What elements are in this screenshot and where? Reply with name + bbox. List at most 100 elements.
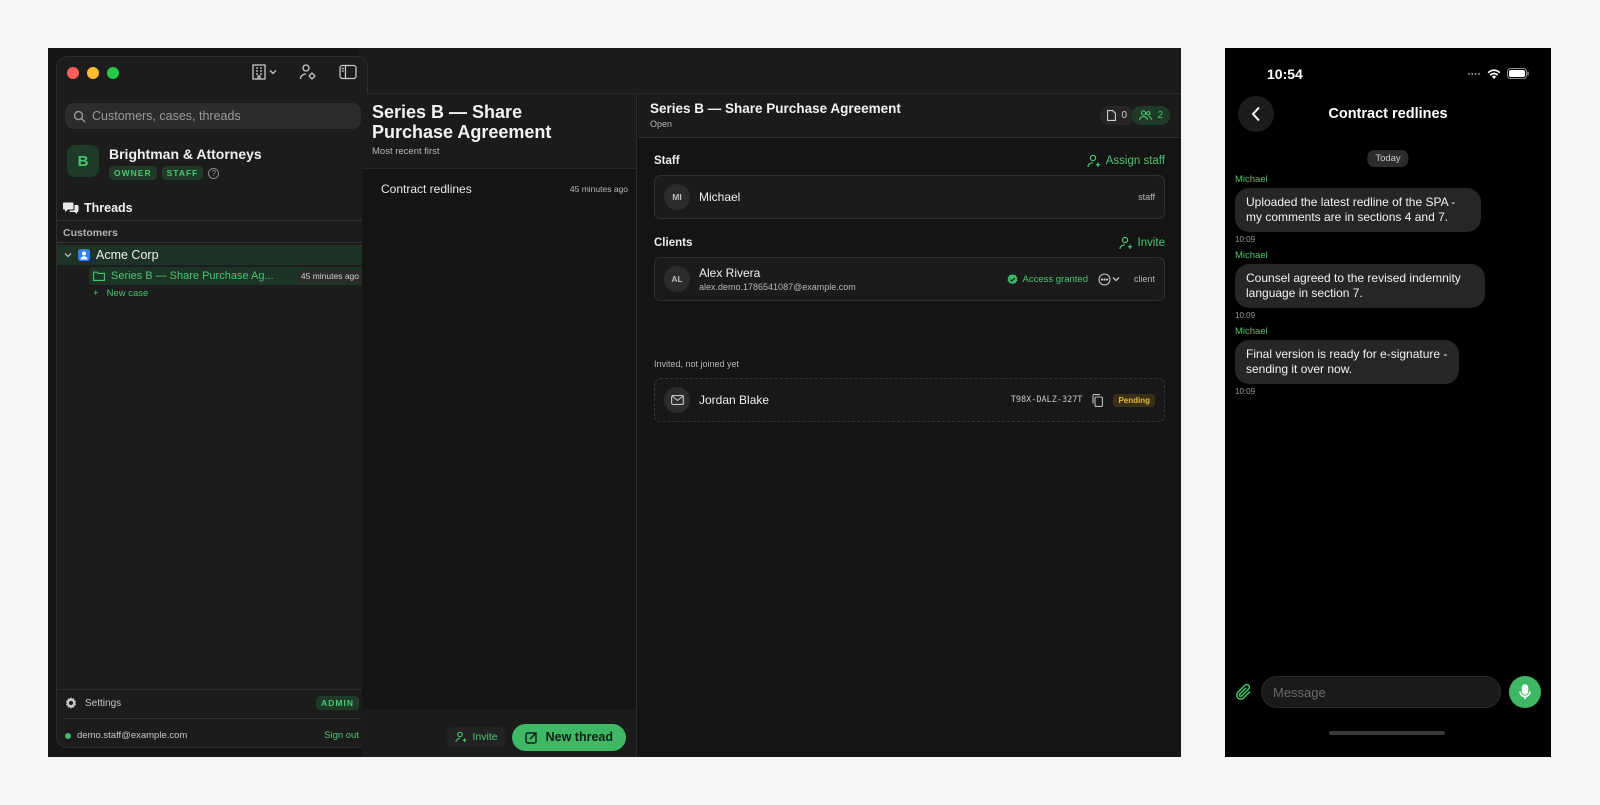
sidebar: Customers, cases, threads B Brightman & …	[56, 56, 368, 748]
documents-count-button[interactable]: 0	[1100, 106, 1134, 125]
paperclip-icon[interactable]	[1235, 683, 1253, 701]
invite-button[interactable]: Invite	[446, 727, 506, 747]
help-icon[interactable]: ?	[208, 167, 220, 179]
avatar: AL	[664, 266, 690, 292]
case-title: Series B — Share Purchase Ag...	[111, 270, 274, 282]
mail-icon	[664, 387, 690, 413]
sidebar-divider	[57, 220, 367, 221]
more-icon	[1098, 272, 1111, 286]
search-input[interactable]: Customers, cases, threads	[65, 103, 361, 129]
invitee-name: Jordan Blake	[699, 393, 770, 407]
sign-out-link[interactable]: Sign out	[324, 730, 359, 741]
plus-icon: +	[93, 288, 99, 299]
close-window-button[interactable]	[67, 67, 79, 79]
pending-invite-card[interactable]: Jordan Blake T98X-DALZ-327T Pending	[654, 378, 1165, 422]
message-bubble[interactable]: Final version is ready for e-signature -…	[1235, 340, 1459, 384]
home-indicator	[1329, 731, 1445, 735]
thread-list-footer: Invite New thread	[362, 717, 636, 757]
new-thread-button[interactable]: New thread	[511, 723, 626, 751]
detail-title: Series B — Share Purchase Agreement	[650, 101, 901, 116]
wifi-icon	[1487, 69, 1501, 79]
client-actions-menu[interactable]	[1098, 272, 1120, 286]
customers-heading: Customers	[63, 227, 118, 239]
client-name: Alex Rivera	[699, 266, 761, 280]
chevron-down-icon[interactable]	[64, 251, 72, 259]
case-heading: Series B — Share Purchase Agreement	[372, 102, 552, 142]
zoom-window-button[interactable]	[107, 67, 119, 79]
client-email: alex.demo.1786541087@example.com	[699, 282, 856, 292]
organization-header[interactable]: B Brightman & Attorneys OWNER STAFF ?	[67, 145, 262, 180]
chat-title: Contract redlines	[1328, 106, 1448, 122]
status-bar-icons	[1467, 68, 1529, 79]
chevron-down-icon	[269, 70, 277, 75]
thread-list-panel: Series B — Share Purchase Agreement Most…	[362, 94, 637, 757]
staff-name: Michael	[699, 190, 741, 204]
message-bubble[interactable]: Uploaded the latest redline of the SPA -…	[1235, 188, 1481, 232]
assign-staff-button[interactable]: Assign staff	[1087, 154, 1165, 168]
avatar: MI	[664, 184, 690, 210]
threads-nav[interactable]: Threads	[63, 201, 133, 215]
org-avatar: B	[67, 145, 99, 177]
copy-icon[interactable]	[1092, 393, 1104, 407]
threads-icon	[63, 202, 79, 214]
chat-message: Michael Final version is ready for e-sig…	[1235, 326, 1459, 396]
thread-title: Contract redlines	[381, 182, 472, 196]
participants-count-button[interactable]: 2	[1132, 106, 1170, 125]
search-placeholder: Customers, cases, threads	[92, 109, 241, 123]
voice-message-button[interactable]	[1509, 676, 1541, 708]
detail-header: Series B — Share Purchase Agreement Open…	[638, 94, 1181, 138]
settings-label: Settings	[85, 697, 122, 709]
case-detail-panel: Series B — Share Purchase Agreement Open…	[638, 94, 1181, 757]
settings-link[interactable]: Settings ADMIN	[65, 696, 359, 710]
message-input[interactable]: Message	[1261, 676, 1501, 708]
access-status: Access granted	[1007, 273, 1088, 285]
participants-count: 2	[1157, 110, 1163, 121]
message-sender: Michael	[1235, 250, 1268, 261]
people-icon	[1139, 110, 1153, 121]
message-sender: Michael	[1235, 326, 1268, 337]
staff-heading: Staff	[654, 155, 680, 167]
person-add-icon	[1087, 154, 1100, 168]
new-case-label: New case	[106, 288, 149, 299]
battery-icon	[1507, 68, 1529, 79]
access-label: Access granted	[1022, 273, 1088, 285]
person-add-icon	[454, 731, 466, 743]
message-composer: Message	[1235, 676, 1541, 708]
clients-heading: Clients	[654, 237, 693, 249]
thread-time: 45 minutes ago	[569, 184, 628, 194]
thread-list: Contract redlines 45 minutes ago	[362, 168, 636, 709]
message-sender: Michael	[1235, 174, 1268, 185]
chevron-down-icon	[1112, 277, 1120, 282]
person-gear-icon[interactable]	[299, 63, 317, 81]
case-item[interactable]: Series B — Share Purchase Ag... 45 minut…	[89, 267, 367, 285]
sidebar-toggle-icon[interactable]	[339, 64, 357, 80]
organization-switcher[interactable]	[251, 63, 277, 81]
day-divider: Today	[1367, 150, 1409, 167]
account-row: demo.staff@example.com Sign out	[65, 730, 359, 741]
message-time: 10:09	[1235, 235, 1256, 244]
case-time: 45 minutes ago	[296, 270, 363, 282]
search-icon	[73, 110, 86, 122]
new-case-button[interactable]: + New case	[93, 288, 148, 299]
customer-name: Acme Corp	[96, 248, 159, 262]
customer-item[interactable]: Acme Corp	[57, 245, 367, 265]
documents-count: 0	[1121, 110, 1127, 121]
account-email: demo.staff@example.com	[77, 730, 188, 741]
staff-member-card[interactable]: MI Michael staff	[654, 175, 1165, 219]
invite-code: T98X-DALZ-327T	[1010, 395, 1083, 405]
thread-list-item[interactable]: Contract redlines 45 minutes ago	[362, 175, 636, 203]
client-card[interactable]: AL Alex Rivera alex.demo.1786541087@exam…	[654, 257, 1165, 301]
pending-badge: Pending	[1113, 393, 1155, 407]
window-controls	[67, 67, 119, 79]
gear-icon	[65, 697, 77, 709]
staff-role: staff	[1138, 192, 1155, 202]
chat-message: Michael Uploaded the latest redline of t…	[1235, 174, 1481, 244]
message-bubble[interactable]: Counsel agreed to the revised indemnity …	[1235, 264, 1485, 308]
admin-badge: ADMIN	[316, 696, 359, 710]
online-status-dot	[65, 732, 71, 739]
compose-icon	[524, 731, 537, 744]
footer-divider	[65, 718, 359, 719]
message-placeholder: Message	[1273, 684, 1326, 700]
invite-client-button[interactable]: Invite	[1118, 236, 1165, 250]
minimize-window-button[interactable]	[87, 67, 99, 79]
